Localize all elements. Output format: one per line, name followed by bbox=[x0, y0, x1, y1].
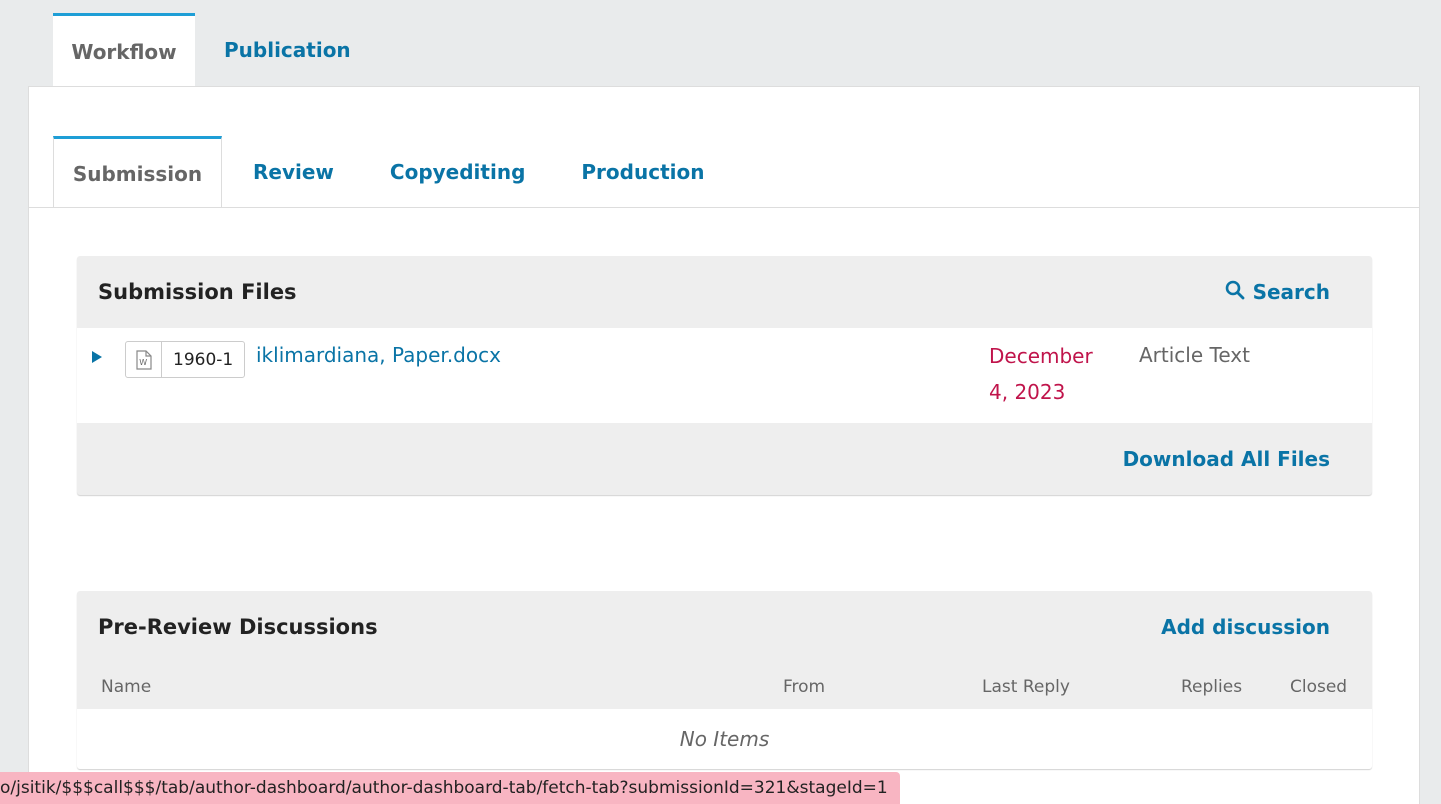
tab-publication[interactable]: Publication bbox=[195, 13, 351, 87]
column-name: Name bbox=[101, 677, 152, 697]
file-row: W 1960-1 iklimardiana, Paper.docx Decemb… bbox=[77, 328, 1372, 423]
stage-tabs: Submission Review Copyediting Production bbox=[53, 136, 704, 208]
column-closed: Closed bbox=[1290, 677, 1348, 697]
column-replies: Replies bbox=[1181, 677, 1243, 697]
expand-row-icon[interactable] bbox=[92, 351, 102, 363]
submission-files-footer: Download All Files bbox=[77, 423, 1372, 495]
file-id: 1960-1 bbox=[173, 349, 234, 370]
discussions-column-headers: Name From Last Reply Replies Closed bbox=[77, 663, 1372, 709]
search-label: Search bbox=[1252, 280, 1330, 304]
tab-copyediting[interactable]: Copyediting bbox=[334, 136, 525, 208]
svg-text:W: W bbox=[139, 358, 147, 367]
discussions-grid: Pre-Review Discussions Add discussion Na… bbox=[77, 591, 1372, 769]
workflow-panel: Submission Review Copyediting Production… bbox=[28, 86, 1420, 804]
tab-workflow[interactable]: Workflow bbox=[53, 13, 195, 87]
submission-files-header: Submission Files Search bbox=[77, 256, 1372, 328]
file-date: December 4, 2023 bbox=[989, 338, 1119, 410]
discussions-title: Pre-Review Discussions bbox=[98, 615, 378, 639]
tab-production[interactable]: Production bbox=[525, 136, 704, 208]
status-bar-url: o/jsitik/$$$call$$$/tab/author-dashboard… bbox=[0, 772, 900, 804]
workflow-tabs: Workflow Publication bbox=[53, 13, 351, 87]
column-last-reply: Last Reply bbox=[982, 677, 1070, 697]
stage-tabs-divider bbox=[29, 207, 1419, 208]
submission-files-grid: Submission Files Search W 1960-1 iklimar… bbox=[77, 256, 1372, 495]
file-name-link[interactable]: iklimardiana, Paper.docx bbox=[256, 343, 501, 367]
column-from: From bbox=[783, 677, 826, 697]
file-date-line2: 4, 2023 bbox=[989, 380, 1066, 404]
submission-files-title: Submission Files bbox=[98, 280, 297, 304]
word-file-icon: W bbox=[126, 342, 162, 377]
tab-submission[interactable]: Submission bbox=[53, 136, 222, 208]
file-type: Article Text bbox=[1139, 343, 1250, 367]
search-button[interactable]: Search bbox=[1225, 280, 1330, 305]
file-date-line1: December bbox=[989, 344, 1093, 368]
download-all-files-button[interactable]: Download All Files bbox=[1123, 447, 1330, 471]
add-discussion-button[interactable]: Add discussion bbox=[1161, 615, 1330, 639]
tab-review[interactable]: Review bbox=[222, 136, 334, 208]
discussions-header: Pre-Review Discussions Add discussion bbox=[77, 591, 1372, 663]
no-items-row: No Items bbox=[77, 709, 1372, 769]
file-badge: W 1960-1 bbox=[125, 341, 246, 378]
search-icon bbox=[1225, 280, 1245, 305]
